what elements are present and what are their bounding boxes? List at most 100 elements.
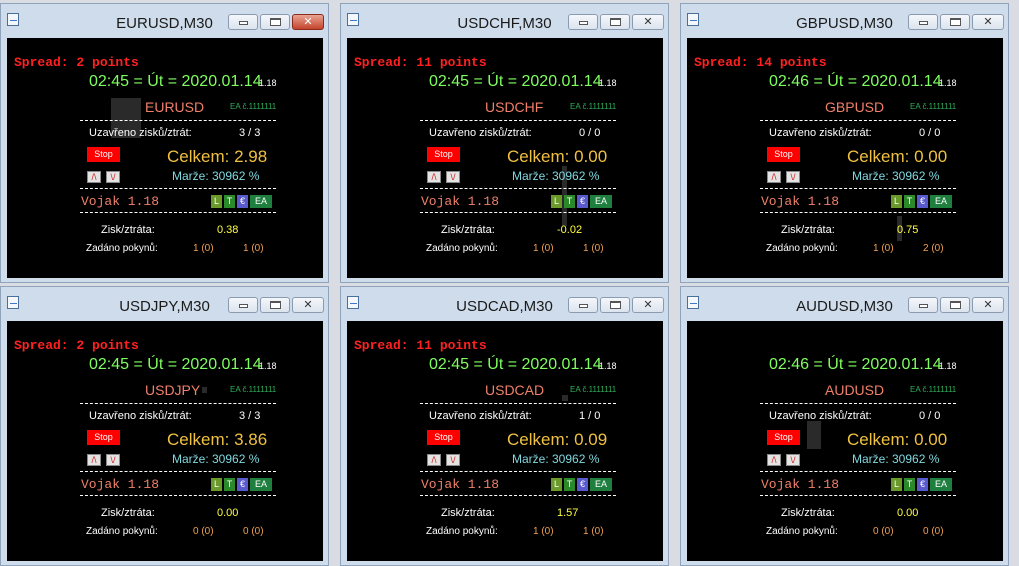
divider [80, 495, 276, 496]
sell-arrow-button[interactable]: \/ [106, 171, 120, 183]
close-button[interactable]: ✕ [292, 14, 324, 30]
profit-loss-value: 0.75 [897, 224, 919, 236]
chart-window[interactable]: EURUSD,M30 ✕ Spread: 2 points 02:45 = Út… [0, 3, 329, 283]
window-titlebar[interactable]: USDJPY,M30 ✕ [1, 287, 328, 320]
symbol-label: GBPUSD [825, 99, 885, 115]
close-button[interactable]: ✕ [972, 14, 1004, 30]
tag-ea-button[interactable]: EA [250, 195, 272, 208]
buy-arrow-button[interactable]: /\ [767, 454, 781, 466]
tag-ea-button[interactable]: EA [250, 478, 272, 491]
tag-l-button[interactable]: L [551, 195, 562, 208]
minimize-icon [919, 304, 928, 308]
divider [420, 212, 616, 213]
stop-button[interactable]: Stop [767, 147, 800, 162]
tag-t-button[interactable]: T [564, 195, 575, 208]
minimize-button[interactable] [228, 297, 258, 313]
maximize-button[interactable] [600, 297, 630, 313]
tag-l-button[interactable]: L [551, 478, 562, 491]
tag-euro-button[interactable]: € [917, 195, 928, 208]
tag-euro-button[interactable]: € [237, 195, 248, 208]
close-button[interactable]: ✕ [292, 297, 324, 313]
maximize-button[interactable] [940, 14, 970, 30]
tag-euro-button[interactable]: € [917, 478, 928, 491]
divider [760, 495, 956, 496]
chart-window[interactable]: GBPUSD,M30 ✕ Spread: 14 points 02:46 = Ú… [680, 3, 1009, 283]
divider [760, 403, 956, 404]
tag-t-button[interactable]: T [564, 478, 575, 491]
maximize-button[interactable] [940, 297, 970, 313]
ea-code-label: EA č.1111111 [230, 385, 277, 394]
tag-euro-button[interactable]: € [577, 478, 588, 491]
orders-buy-value: 0 (0) [873, 526, 894, 537]
sell-arrow-button[interactable]: \/ [786, 454, 800, 466]
margin-level: Marže: 30962 % [512, 452, 600, 466]
stop-button[interactable]: Stop [427, 147, 460, 162]
tag-euro-button[interactable]: € [577, 195, 588, 208]
window-titlebar[interactable]: EURUSD,M30 ✕ [1, 4, 328, 37]
maximize-button[interactable] [260, 14, 290, 30]
minimize-icon [579, 21, 588, 25]
total-value: Celkem: 3.86 [167, 430, 268, 449]
divider [420, 471, 616, 472]
buy-arrow-button[interactable]: /\ [767, 171, 781, 183]
tag-l-button[interactable]: L [891, 195, 902, 208]
close-button[interactable]: ✕ [632, 14, 664, 30]
buy-arrow-button[interactable]: /\ [87, 454, 101, 466]
close-button[interactable]: ✕ [632, 297, 664, 313]
sell-arrow-button[interactable]: \/ [786, 171, 800, 183]
stop-button[interactable]: Stop [87, 147, 120, 162]
chart-window[interactable]: USDJPY,M30 ✕ Spread: 2 points 02:45 = Út… [0, 286, 329, 566]
tag-t-button[interactable]: T [904, 195, 915, 208]
chart-window[interactable]: USDCAD,M30 ✕ Spread: 11 points 02:45 = Ú… [340, 286, 669, 566]
orders-sell-value: 2 (0) [923, 243, 944, 254]
tag-ea-button[interactable]: EA [590, 478, 612, 491]
stop-button[interactable]: Stop [87, 430, 120, 445]
minimize-button[interactable] [908, 14, 938, 30]
sell-arrow-button[interactable]: \/ [446, 171, 460, 183]
minimize-button[interactable] [228, 14, 258, 30]
minimize-button[interactable] [568, 297, 598, 313]
tag-ea-button[interactable]: EA [930, 195, 952, 208]
chart-area[interactable]: Spread: 2 points 02:45 = Út = 2020.01.14… [7, 321, 323, 561]
window-titlebar[interactable]: USDCAD,M30 ✕ [341, 287, 668, 320]
ea-name-label: Vojak 1.18 [81, 194, 160, 209]
window-titlebar[interactable]: GBPUSD,M30 ✕ [681, 4, 1008, 37]
tag-euro-button[interactable]: € [237, 478, 248, 491]
ea-name-label: Vojak 1.18 [761, 477, 840, 492]
divider [760, 188, 956, 189]
chart-area[interactable]: 02:46 = Út = 2020.01.14 1.18 AUDUSD EA č… [687, 321, 1003, 561]
maximize-button[interactable] [600, 14, 630, 30]
stop-button[interactable]: Stop [427, 430, 460, 445]
chart-area[interactable]: Spread: 11 points 02:45 = Út = 2020.01.1… [347, 321, 663, 561]
maximize-icon [270, 18, 281, 26]
orders-sell-value: 1 (0) [583, 243, 604, 254]
chart-window[interactable]: USDCHF,M30 ✕ Spread: 11 points 02:45 = Ú… [340, 3, 669, 283]
divider [80, 471, 276, 472]
tag-ea-button[interactable]: EA [590, 195, 612, 208]
sell-arrow-button[interactable]: \/ [106, 454, 120, 466]
buy-arrow-button[interactable]: /\ [427, 171, 441, 183]
server-time: 02:46 = Út = 2020.01.14 [769, 73, 942, 90]
buy-arrow-button[interactable]: /\ [87, 171, 101, 183]
maximize-button[interactable] [260, 297, 290, 313]
tag-l-button[interactable]: L [211, 195, 222, 208]
minimize-button[interactable] [568, 14, 598, 30]
chart-area[interactable]: Spread: 14 points 02:46 = Út = 2020.01.1… [687, 38, 1003, 278]
margin-level: Marže: 30962 % [172, 452, 260, 466]
stop-button[interactable]: Stop [767, 430, 800, 445]
window-titlebar[interactable]: USDCHF,M30 ✕ [341, 4, 668, 37]
tag-l-button[interactable]: L [891, 478, 902, 491]
chart-window[interactable]: AUDUSD,M30 ✕ 02:46 = Út = 2020.01.14 1.1… [680, 286, 1009, 566]
tag-l-button[interactable]: L [211, 478, 222, 491]
tag-t-button[interactable]: T [224, 478, 235, 491]
window-titlebar[interactable]: AUDUSD,M30 ✕ [681, 287, 1008, 320]
minimize-button[interactable] [908, 297, 938, 313]
tag-t-button[interactable]: T [224, 195, 235, 208]
tag-t-button[interactable]: T [904, 478, 915, 491]
sell-arrow-button[interactable]: \/ [446, 454, 460, 466]
tag-ea-button[interactable]: EA [930, 478, 952, 491]
chart-area[interactable]: Spread: 11 points 02:45 = Út = 2020.01.1… [347, 38, 663, 278]
chart-area[interactable]: Spread: 2 points 02:45 = Út = 2020.01.14… [7, 38, 323, 278]
close-button[interactable]: ✕ [972, 297, 1004, 313]
buy-arrow-button[interactable]: /\ [427, 454, 441, 466]
